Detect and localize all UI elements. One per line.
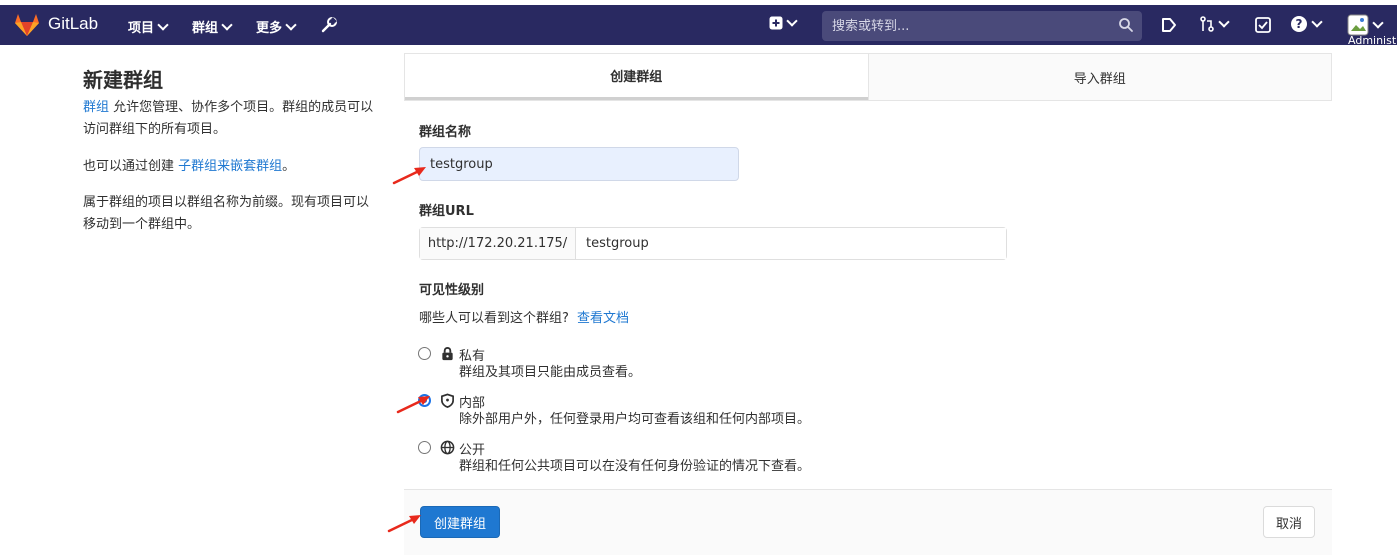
groups-link[interactable]: 群组 (83, 100, 109, 115)
visibility-label: 可见性级别 (419, 283, 485, 298)
chevron-down-icon (1372, 17, 1384, 29)
prefix-paragraph: 属于群组的项目以群组名称为前缀。现有项目可以移动到一个群组中。 (83, 195, 370, 232)
page-title: 新建群组 (83, 68, 163, 92)
chevron-down-icon (221, 18, 233, 31)
visibility-help-text: 哪些人可以看到这个群组? (419, 311, 569, 326)
search-input[interactable] (822, 11, 1142, 41)
svg-text:?: ? (1296, 17, 1303, 31)
nav-projects-label: 项目 (128, 21, 155, 36)
chevron-down-icon (1311, 16, 1323, 28)
url-prefix: http://172.20.21.175/ (420, 228, 576, 259)
chevron-down-icon (786, 15, 798, 27)
new-item-dropdown[interactable] (769, 15, 798, 30)
nav-projects[interactable]: 项目 (128, 17, 169, 36)
nav-groups[interactable]: 群组 (192, 17, 233, 36)
wrench-icon[interactable] (320, 16, 338, 34)
nav-more-label: 更多 (256, 21, 283, 36)
help-icon: ? (1291, 16, 1307, 32)
merge-request-icon (1200, 16, 1214, 32)
tab-import-group[interactable]: 导入群组 (867, 54, 1331, 100)
nav-groups-label: 群组 (192, 21, 219, 36)
user-name: Administ (1348, 34, 1397, 47)
group-tabs: 创建群组 导入群组 (404, 53, 1332, 101)
private-desc: 群组及其项目只能由成员查看。 (459, 365, 642, 380)
chevron-down-icon (157, 18, 169, 31)
brand-name[interactable]: GitLab (48, 14, 98, 34)
group-url-field: http://172.20.21.175/ (419, 227, 1007, 260)
group-name-label: 群组名称 (419, 125, 472, 140)
internal-desc: 除外部用户外，任何登录用户均可查看该组和任何内部项目。 (459, 412, 811, 427)
tab-create-group[interactable]: 创建群组 (405, 54, 868, 100)
group-name-input[interactable] (419, 147, 739, 181)
cancel-button[interactable]: 取消 (1263, 506, 1315, 538)
shield-icon (441, 393, 454, 408)
private-radio[interactable] (418, 347, 431, 360)
help-dropdown[interactable]: ? (1290, 15, 1323, 33)
intro-text: 允许您管理、协作多个项目。群组的成员可以访问群组下的所有项目。 (83, 100, 374, 137)
top-navbar: GitLab 项目 群组 更多 搜索或转到... ? Administ (0, 5, 1397, 47)
gitlab-logo-icon[interactable] (14, 13, 40, 37)
visibility-help: 哪些人可以看到这个群组? 查看文档 (419, 307, 629, 326)
lock-icon (442, 347, 453, 361)
user-menu[interactable] (1347, 14, 1384, 36)
annotation-arrow-icon (387, 515, 421, 533)
subgroup-paragraph: 也可以通过创建 子群组来嵌套群组。 (83, 156, 378, 178)
annotation-arrow-icon (396, 396, 430, 414)
subgroup-text: 也可以通过创建 (83, 159, 175, 174)
plus-square-icon (769, 16, 783, 30)
public-desc: 群组和任何公共项目可以在没有任何身份验证的情况下查看。 (459, 459, 811, 474)
avatar (1347, 14, 1369, 36)
public-radio[interactable] (418, 441, 431, 454)
group-url-label: 群组URL (419, 204, 474, 219)
chevron-down-icon (285, 18, 297, 31)
issues-icon[interactable] (1160, 16, 1178, 34)
docs-link[interactable]: 查看文档 (577, 311, 629, 326)
create-group-button[interactable]: 创建群组 (420, 506, 500, 538)
chevron-down-icon (1218, 16, 1230, 28)
search-icon[interactable] (1118, 17, 1134, 33)
nav-more[interactable]: 更多 (256, 17, 297, 36)
annotation-arrow-icon (392, 167, 426, 185)
subgroup-text-end: 。 (282, 159, 296, 174)
globe-icon (440, 440, 455, 455)
merge-requests-dropdown[interactable] (1199, 16, 1230, 32)
todo-icon[interactable] (1254, 16, 1272, 34)
group-path-input[interactable] (576, 228, 1006, 259)
subgroup-link[interactable]: 子群组来嵌套群组 (178, 159, 282, 174)
form-actions (404, 489, 1332, 555)
intro-paragraph: 群组 允许您管理、协作多个项目。群组的成员可以访问群组下的所有项目。 (83, 97, 378, 141)
